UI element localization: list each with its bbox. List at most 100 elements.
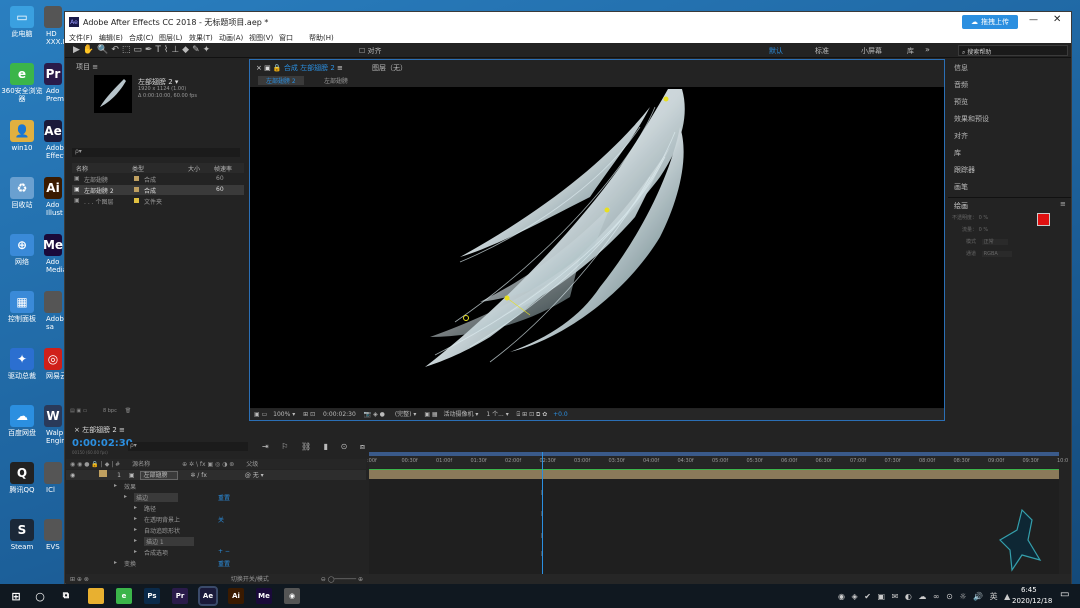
foreground-color-swatch[interactable] bbox=[1037, 213, 1050, 226]
property-value[interactable]: 重置 bbox=[218, 559, 230, 568]
timeline-search[interactable]: ρ▾ bbox=[128, 442, 248, 451]
right-panel-tab[interactable]: 音频 bbox=[954, 80, 968, 90]
menu-item[interactable]: 合成(C) bbox=[129, 33, 153, 43]
more-workspaces-icon[interactable]: » bbox=[925, 45, 930, 54]
workspace-tab[interactable]: 默认 bbox=[769, 46, 783, 56]
current-time-indicator[interactable] bbox=[541, 452, 543, 574]
media-encoder-taskbar-icon[interactable]: Me bbox=[256, 588, 272, 604]
right-panel-tab[interactable]: 预览 bbox=[954, 97, 968, 107]
property-row[interactable]: ▸ 在透明背景上 关 bbox=[66, 514, 366, 524]
views-select[interactable]: 1 个... bbox=[486, 411, 503, 418]
project-column-header[interactable]: 大小 bbox=[188, 164, 200, 173]
expand-arrow-icon[interactable]: ▸ bbox=[134, 515, 137, 522]
photoshop-taskbar-icon[interactable]: Ps bbox=[144, 588, 160, 604]
tray-icons[interactable]: ◉ ◈ ✔ ▣ ✉ ◐ ☁ ∞ ⊙ ☼ 🔊 英 ▲ bbox=[838, 591, 1012, 602]
property-row[interactable]: ▸ 合成选项 + − bbox=[66, 547, 366, 557]
camera-select[interactable]: 活动摄像机 bbox=[444, 411, 474, 418]
region-icon[interactable]: ▣ ▭ bbox=[254, 411, 269, 418]
parent-select[interactable]: @ 无 ▾ bbox=[245, 472, 264, 479]
layer-tab[interactable]: 图层（无） bbox=[372, 63, 407, 73]
footer-icons[interactable]: ⊞ ⊕ ⊗ bbox=[70, 576, 89, 583]
property-value[interactable]: 重置 bbox=[218, 493, 230, 502]
start-button[interactable]: ⊞ bbox=[8, 588, 24, 604]
expand-arrow-icon[interactable]: ▸ bbox=[124, 493, 127, 500]
layer-duration-bar[interactable] bbox=[369, 470, 1059, 479]
workspace-tab[interactable]: 小屏幕 bbox=[861, 46, 882, 56]
timeline-tools-icons[interactable]: ⇥ ⚐ ⛓ ▮ ⊙ ⧈ bbox=[262, 442, 370, 452]
workspace-tab[interactable]: 库 bbox=[907, 46, 914, 56]
project-column-header[interactable]: 类型 bbox=[132, 164, 144, 173]
zoom-select[interactable]: 100% bbox=[273, 411, 290, 418]
path-vertex[interactable] bbox=[463, 315, 469, 321]
right-panel-tab[interactable]: 信息 bbox=[954, 63, 968, 73]
grid-icon[interactable]: ⊞ ⊡ bbox=[303, 411, 315, 418]
app-taskbar-icon[interactable]: ◉ bbox=[284, 588, 300, 604]
viewer[interactable] bbox=[250, 87, 944, 408]
right-panel-tab[interactable]: 对齐 bbox=[954, 131, 968, 141]
menu-item[interactable]: 效果(T) bbox=[189, 33, 213, 43]
minimize-button[interactable]: — bbox=[1029, 15, 1038, 25]
expand-arrow-icon[interactable]: ▸ bbox=[114, 482, 117, 489]
upload-button[interactable]: ☁ 拖拽上传 bbox=[962, 15, 1018, 29]
property-row[interactable]: ▸ 效果 bbox=[66, 481, 366, 491]
timeline-tab[interactable]: × 左部翅膀 2 ≡ bbox=[74, 425, 125, 435]
right-panel-tab[interactable]: 库 bbox=[954, 148, 961, 158]
property-row[interactable]: ▸ 路径 bbox=[66, 503, 366, 513]
track-area[interactable]: I I I I bbox=[369, 469, 1059, 574]
right-panel-tab[interactable]: 跟踪器 bbox=[954, 165, 975, 175]
composition-tab[interactable]: × ▣ 🔒 合成 左部翅膀 2 ≡ bbox=[256, 63, 343, 73]
subtab-other[interactable]: 左部翅膀 bbox=[324, 76, 348, 85]
expand-arrow-icon[interactable]: ▸ bbox=[134, 526, 137, 533]
menu-item[interactable]: 帮助(H) bbox=[309, 33, 334, 43]
desktop-pet-image[interactable] bbox=[992, 500, 1062, 582]
menu-item[interactable]: 动画(A) bbox=[219, 33, 243, 43]
search-help-input[interactable]: ⌕ 搜索帮助 bbox=[958, 45, 1068, 56]
timecode[interactable]: 0:00:02:30 bbox=[72, 438, 133, 449]
zoom-slider[interactable]: ⊖ ◯────── ⊕ bbox=[321, 576, 363, 583]
after-effects-taskbar-icon[interactable]: Ae bbox=[198, 586, 218, 606]
expand-arrow-icon[interactable]: ▸ bbox=[134, 537, 137, 544]
trash-icon[interactable]: 🗑 bbox=[125, 408, 131, 414]
label-color[interactable] bbox=[134, 176, 139, 181]
right-panel-tab[interactable]: 画笔 bbox=[954, 182, 968, 192]
menu-item[interactable]: 图层(L) bbox=[159, 33, 182, 43]
view-options-icon[interactable]: ⌸ ⊞ ⊡ ⧉ ✿ bbox=[517, 411, 548, 418]
property-row[interactable]: ▸ 描边 1 bbox=[66, 536, 366, 546]
right-panel-tab[interactable]: 效果和预设 bbox=[954, 114, 989, 124]
exposure-value[interactable]: +0.0 bbox=[553, 411, 568, 418]
label-color[interactable] bbox=[134, 198, 139, 203]
project-tab[interactable]: 项目 ≡ bbox=[76, 62, 98, 72]
subtab-active[interactable]: 左部翅膀 2 bbox=[258, 76, 304, 85]
path-vertex[interactable] bbox=[663, 96, 669, 102]
time-ruler[interactable]: :00f 00:30f 01:00f 01:30f 02:00f 02:30f 03:00f… bbox=[367, 452, 1068, 468]
project-search[interactable]: ρ▾ bbox=[72, 148, 240, 157]
clock-date[interactable]: 2020/12/18 bbox=[1012, 597, 1052, 605]
expand-arrow-icon[interactable]: ▸ bbox=[114, 559, 117, 566]
notification-icon[interactable]: ▭ bbox=[1060, 589, 1069, 600]
expand-arrow-icon[interactable]: ▸ bbox=[134, 548, 137, 555]
paint-menu-icon[interactable]: ≡ bbox=[1060, 200, 1066, 208]
interpret-footage-icon[interactable]: ▤ ▣ ▭ bbox=[70, 408, 89, 414]
file-explorer-taskbar-icon[interactable] bbox=[88, 588, 104, 604]
layer-row[interactable]: ◉ 1 ▣ 左部翅膀 ✲ / fx @ 无 ▾ bbox=[66, 470, 366, 480]
clock-time[interactable]: 6:45 bbox=[1021, 586, 1037, 594]
menu-item[interactable]: 窗口 bbox=[279, 33, 293, 43]
property-value[interactable]: + − bbox=[218, 548, 230, 555]
property-row[interactable]: ▸ 变换 重置 bbox=[66, 558, 366, 568]
close-button[interactable]: ✕ bbox=[1053, 14, 1061, 25]
property-row[interactable]: ▸ 自动追踪形状 bbox=[66, 525, 366, 535]
tool-icons[interactable]: ▶✋🔍↶⬚▭✒T⌇⊥◆✎✦ bbox=[73, 45, 213, 55]
snapshot-icon[interactable]: 📷 ◈ ● bbox=[364, 411, 385, 418]
project-column-header[interactable]: 名称 bbox=[76, 164, 88, 173]
search-icon[interactable]: ○ bbox=[32, 588, 48, 604]
task-view-icon[interactable]: ⧉ bbox=[58, 588, 74, 604]
project-item[interactable]: ▣ 左部翅膀 2 合成 60 bbox=[72, 185, 244, 195]
property-value[interactable]: 关 bbox=[218, 515, 224, 524]
workspace-tab[interactable]: 标准 bbox=[815, 46, 829, 56]
current-time-display[interactable]: 0:00:02:30 bbox=[323, 411, 356, 418]
illustrator-taskbar-icon[interactable]: Ai bbox=[228, 588, 244, 604]
label-color[interactable] bbox=[134, 187, 139, 192]
360-taskbar-icon[interactable]: e bbox=[116, 588, 132, 604]
project-item[interactable]: ▣ 左部翅膀 合成 60 bbox=[72, 174, 244, 184]
expand-arrow-icon[interactable]: ▸ bbox=[134, 504, 137, 511]
